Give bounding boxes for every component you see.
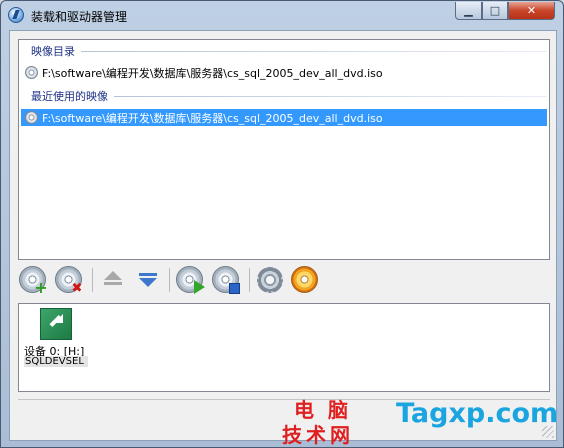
group-label: 映像目录 (31, 45, 75, 58)
device-list[interactable]: 设备 0: [H:] SQLDEVSEL (18, 303, 550, 392)
close-button[interactable]: ✕ (508, 2, 555, 20)
add-image-button[interactable]: + (18, 265, 48, 297)
image-path: F:\software\编程开发\数据库\服务器\cs_sql_2005_dev… (42, 66, 383, 80)
unmount-button[interactable] (211, 265, 241, 295)
eject-icon (104, 271, 122, 285)
group-divider (81, 50, 547, 52)
group-header-image-catalog[interactable]: 映像目录 (21, 43, 547, 59)
toolbar-separator (249, 268, 250, 292)
disc-burn-icon (291, 266, 318, 293)
main-window: 装载和驱动器管理 ▁ □ ✕ 映像目录 F:\software\编程开发\数据库… (0, 0, 564, 448)
list-item[interactable]: F:\software\编程开发\数据库\服务器\cs_sql_2005_dev… (21, 64, 547, 81)
image-list[interactable]: 映像目录 F:\software\编程开发\数据库\服务器\cs_sql_200… (18, 39, 550, 260)
virtual-drive-icon (40, 308, 72, 340)
disc-icon (25, 111, 38, 124)
gear-icon (257, 267, 283, 293)
mount-button[interactable] (175, 265, 205, 295)
disc-play-icon (194, 280, 205, 294)
toolbar-separator (169, 268, 170, 292)
group-divider (114, 95, 547, 97)
toolbar-separator (92, 268, 93, 292)
toolbar: + ✖ (18, 265, 550, 297)
title-bar[interactable]: 装载和驱动器管理 ▁ □ ✕ (1, 1, 563, 29)
settings-button[interactable] (255, 265, 285, 295)
watermark-domain: Tagxp.com (396, 398, 559, 429)
app-lightning-icon (8, 7, 24, 23)
window-title: 装载和驱动器管理 (31, 10, 128, 24)
remove-image-button[interactable]: ✖ (54, 265, 84, 295)
insert-icon (139, 273, 157, 287)
insert-button[interactable] (133, 265, 163, 295)
disc-stop-icon (229, 283, 240, 294)
watermark: 电脑 技术网 Tagxp.com (278, 390, 564, 448)
group-header-recent-images[interactable]: 最近使用的映像 (21, 88, 547, 104)
group-label: 最近使用的映像 (31, 90, 108, 103)
image-path: F:\software\编程开发\数据库\服务器\cs_sql_2005_dev… (42, 111, 383, 125)
burn-button[interactable] (290, 265, 320, 295)
maximize-button[interactable]: □ (482, 2, 508, 20)
client-area: 映像目录 F:\software\编程开发\数据库\服务器\cs_sql_200… (9, 30, 557, 441)
list-item-selected[interactable]: F:\software\编程开发\数据库\服务器\cs_sql_2005_dev… (21, 109, 547, 126)
watermark-text-line2: 技术网 (282, 423, 354, 447)
disc-icon (25, 66, 38, 79)
minimize-button[interactable]: ▁ (455, 2, 482, 20)
device-name: SQLDEVSEL (24, 356, 88, 367)
disc-remove-icon: ✖ (71, 280, 83, 296)
disc-add-icon: + (34, 278, 48, 297)
eject-button[interactable] (98, 265, 128, 295)
